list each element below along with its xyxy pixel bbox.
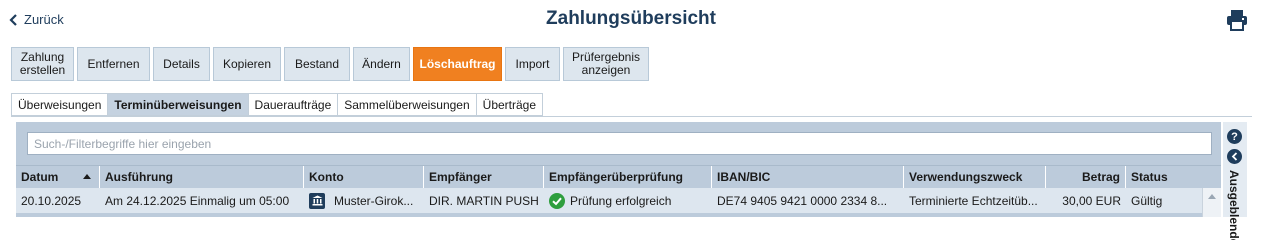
printer-icon[interactable] [1226, 9, 1248, 31]
column-header-label: Ausführung [105, 170, 173, 184]
create-payment-button[interactable]: Zahlung erstellen [11, 47, 74, 81]
column-header-label: Status [1131, 170, 1168, 184]
action-toolbar: Zahlung erstellen Entfernen Details Kopi… [11, 47, 649, 81]
tab-internal-transfers[interactable]: Überträge [475, 93, 544, 116]
back-label: Zurück [24, 12, 64, 27]
delete-order-button[interactable]: Löschauftrag [413, 47, 502, 81]
table-row[interactable]: 20.10.2025 Am 24.12.2025 Einmalig um 05:… [16, 188, 1221, 213]
copy-button[interactable]: Kopieren [213, 47, 281, 81]
sort-ascending-icon [83, 174, 91, 179]
inventory-button[interactable]: Bestand [284, 47, 350, 81]
column-header-label: Empfängerüberprüfung [549, 170, 683, 184]
bank-icon [309, 192, 325, 209]
show-check-result-button[interactable]: Prüfergebnis anzeigen [563, 47, 649, 81]
column-header-label: Empfänger [429, 170, 492, 184]
cell-account: Muster-Girok... [304, 188, 424, 213]
details-button[interactable]: Details [153, 47, 210, 81]
column-header-status[interactable]: Status [1126, 166, 1221, 188]
cell-purpose: Terminierte Echtzeitüb... [909, 193, 1038, 208]
cell-execution: Am 24.12.2025 Einmalig um 05:00 [105, 193, 290, 208]
edit-button[interactable]: Ändern [353, 47, 410, 81]
column-header-recipient-check[interactable]: Empfängerüberprüfung [544, 166, 712, 188]
collapse-icon[interactable] [1227, 149, 1242, 164]
column-header-label: Betrag [1081, 170, 1120, 184]
back-link[interactable]: Zurück [9, 12, 64, 27]
cell-date: 20.10.2025 [21, 193, 82, 208]
cell-recipient-check: Prüfung erfolgreich [544, 188, 712, 213]
remove-button[interactable]: Entfernen [77, 47, 150, 81]
column-header-label: Konto [309, 170, 344, 184]
help-icon[interactable]: ? [1227, 129, 1242, 144]
column-header-recipient[interactable]: Empfänger [424, 166, 544, 188]
scroll-up-icon[interactable] [1208, 194, 1216, 199]
payments-panel: Datum Ausführung Konto Empfänger Empfäng… [16, 122, 1221, 217]
column-header-date[interactable]: Datum [16, 166, 100, 188]
import-button[interactable]: Import [505, 47, 560, 81]
tab-transfers[interactable]: Überweisungen [11, 93, 108, 116]
cell-iban-bic: DE74 9405 9421 0000 2334 8... [717, 193, 888, 208]
chevron-left-icon [9, 13, 17, 26]
column-header-execution[interactable]: Ausführung [100, 166, 304, 188]
cell-amount: 30,00 EUR [1062, 193, 1121, 208]
column-header-iban-bic[interactable]: IBAN/BIC [712, 166, 904, 188]
tab-standing-orders[interactable]: Daueraufträge [247, 93, 338, 116]
tabs-divider [11, 116, 1252, 117]
tab-scheduled-transfers[interactable]: Terminüberweisungen [107, 93, 248, 116]
search-input[interactable] [27, 132, 1212, 155]
side-panel-label[interactable]: Ausgeblendet [1227, 170, 1241, 240]
column-header-account[interactable]: Konto [304, 166, 424, 188]
column-header-amount[interactable]: Betrag [1046, 166, 1126, 188]
column-header-label: Verwendungszweck [909, 170, 1023, 184]
column-header-label: Datum [21, 170, 59, 184]
table-header: Datum Ausführung Konto Empfänger Empfäng… [16, 165, 1221, 188]
check-circle-icon [549, 192, 565, 209]
page-title: Zahlungsübersicht [546, 8, 716, 29]
column-header-label: IBAN/BIC [717, 170, 771, 184]
side-panel: ? Ausgeblendet [1223, 122, 1247, 240]
payment-type-tabs: Überweisungen Terminüberweisungen Dauera… [11, 93, 544, 116]
account-name: Muster-Girok... [334, 193, 414, 208]
vertical-scrollbar[interactable] [1202, 188, 1221, 217]
column-header-purpose[interactable]: Verwendungszweck [904, 166, 1046, 188]
tab-batch-transfers[interactable]: Sammelüberweisungen [337, 93, 476, 116]
cell-recipient: DIR. MARTIN PUSH [429, 193, 539, 208]
recipient-check-text: Prüfung erfolgreich [570, 193, 672, 208]
cell-status: Gültig [1131, 193, 1163, 208]
